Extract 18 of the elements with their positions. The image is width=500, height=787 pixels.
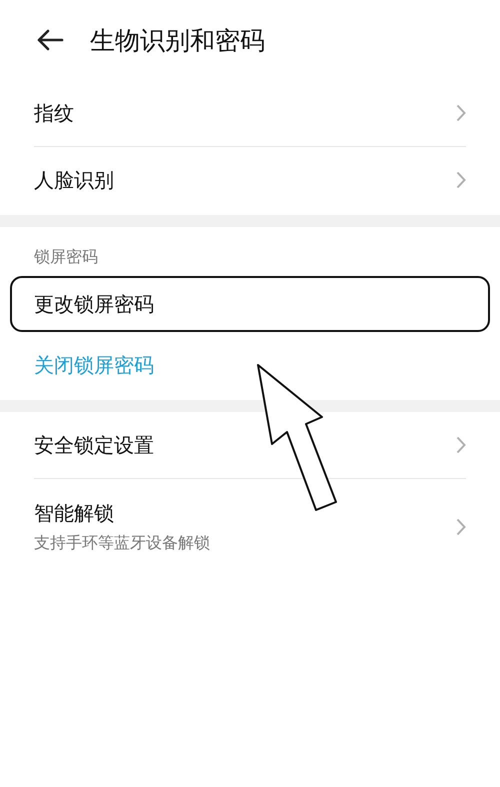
section-header: 锁屏密码 <box>34 247 98 266</box>
settings-row[interactable]: 安全锁定设置 <box>34 412 466 478</box>
settings-row[interactable]: 智能解锁 支持手环等蓝牙设备解锁 <box>34 479 466 575</box>
row-label: 安全锁定设置 <box>34 432 154 458</box>
row-subtitle: 支持手环等蓝牙设备解锁 <box>34 533 210 554</box>
settings-row[interactable]: 人脸识别 <box>34 147 466 213</box>
highlighted-row[interactable]: 更改锁屏密码 <box>10 276 490 332</box>
row-label: 人脸识别 <box>34 166 114 194</box>
chevron-icon <box>456 518 466 536</box>
chevron-icon <box>456 104 466 122</box>
page-title: 生物识别和密码 <box>90 24 265 56</box>
chevron-icon <box>456 171 466 189</box>
chevron-icon <box>456 436 466 454</box>
back-icon[interactable] <box>36 29 64 51</box>
row-label: 智能解锁 <box>34 500 115 527</box>
row-label: 指纹 <box>34 100 74 126</box>
row-label: 更改锁屏密码 <box>34 290 154 318</box>
settings-row[interactable]: 指纹 <box>34 80 466 146</box>
